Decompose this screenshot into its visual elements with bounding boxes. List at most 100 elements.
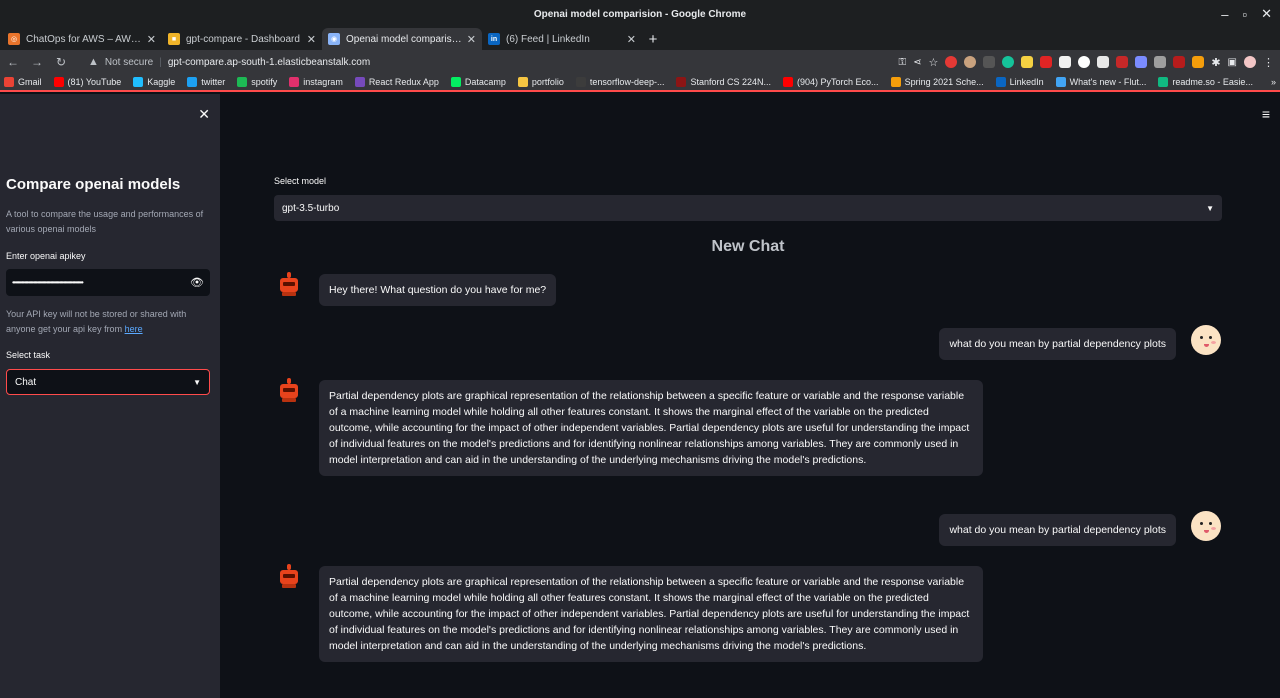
bookmark-icon — [517, 77, 528, 87]
extension-icon[interactable] — [1002, 56, 1015, 68]
user-avatar — [1191, 511, 1221, 541]
bookmark-item[interactable]: spotify — [237, 77, 277, 87]
extension-icon[interactable] — [1135, 56, 1148, 68]
close-window-icon[interactable]: ✕ — [1261, 6, 1272, 22]
bookmark-item[interactable]: (904) PyTorch Eco... — [783, 77, 879, 87]
extension-icon[interactable] — [1192, 56, 1205, 68]
user-message-bubble: what do you mean by partial dependency p… — [939, 514, 1176, 546]
reload-icon[interactable]: ↻ — [54, 55, 68, 69]
url-text: gpt-compare.ap-south-1.elasticbeanstalk.… — [167, 56, 371, 68]
browser-tab-0[interactable]: ◎ ChatOps for AWS – AWS Chatb ✕ — [2, 28, 162, 50]
hamburger-menu-icon[interactable]: ≡ — [1262, 106, 1270, 122]
bookmark-item[interactable]: readme.so - Easie... — [1158, 77, 1253, 87]
bookmark-item[interactable]: Gmail — [4, 77, 42, 87]
address-bar[interactable]: ▲ Not secure | gpt-compare.ap-south-1.el… — [88, 56, 370, 68]
extension-icon[interactable] — [1154, 56, 1167, 68]
linkedin-icon: in — [488, 33, 500, 45]
bookmark-item[interactable]: Kaggle — [133, 77, 175, 87]
bookmark-icon — [676, 77, 687, 87]
browser-tab-2[interactable]: ◉ Openai model comparision ✕ — [322, 28, 482, 50]
bookmark-icon — [354, 77, 365, 87]
extension-icon[interactable] — [964, 56, 977, 68]
bookmark-item[interactable]: twitter — [187, 77, 225, 87]
tab-close-icon[interactable]: ✕ — [307, 33, 316, 46]
caret-down-icon: ▼ — [1206, 203, 1214, 213]
bookmarks-overflow-icon[interactable]: » — [1271, 77, 1276, 87]
tab-close-icon[interactable]: ✕ — [627, 33, 636, 46]
task-select-value: Chat — [15, 376, 37, 388]
bookmark-item[interactable]: What's new - Flut... — [1055, 77, 1146, 87]
bookmark-label: instagram — [303, 77, 343, 87]
aws-icon: ◎ — [8, 33, 20, 45]
bookmark-icon — [1055, 77, 1066, 87]
task-select[interactable]: Chat ▼ — [6, 369, 210, 395]
model-label: Select model — [274, 176, 327, 186]
extension-icon[interactable] — [983, 56, 996, 68]
profile-avatar[interactable] — [1244, 56, 1256, 68]
model-select[interactable]: gpt-3.5-turbo ▼ — [274, 195, 1222, 221]
sidebar-title: Compare openai models — [6, 176, 181, 193]
tab-close-icon[interactable]: ✕ — [467, 33, 476, 46]
back-icon[interactable]: ← — [6, 55, 20, 69]
extension-icon[interactable] — [1116, 56, 1129, 68]
bot-message-bubble: Partial dependency plots are graphical r… — [319, 380, 983, 476]
apikey-link[interactable]: here — [125, 324, 143, 334]
window-titlebar: Openai model comparision - Google Chrome… — [0, 0, 1280, 28]
bookmark-item[interactable]: Stanford CS 224N... — [676, 77, 771, 87]
apikey-input[interactable]: ••••••••••••••••••••••••••••••••••••••••… — [6, 269, 210, 296]
close-sidebar-icon[interactable]: ✕ — [198, 106, 210, 123]
extension-icon[interactable] — [1173, 56, 1186, 68]
streamlit-app: ✕ Compare openai models A tool to compar… — [0, 94, 1280, 698]
bookmark-icon — [783, 77, 794, 87]
tab-strip: ◎ ChatOps for AWS – AWS Chatb ✕ ■ gpt-co… — [0, 28, 1280, 50]
menu-kebab-icon[interactable]: ⋮ — [1263, 56, 1274, 69]
tab-label: Openai model comparision — [346, 33, 463, 45]
bookmark-icon — [53, 77, 64, 87]
browser-tab-3[interactable]: in (6) Feed | LinkedIn ✕ — [482, 28, 642, 50]
extension-icon[interactable] — [1040, 56, 1053, 68]
model-select-value: gpt-3.5-turbo — [282, 202, 340, 214]
key-icon[interactable]: ⚿ — [898, 57, 906, 68]
eye-icon[interactable]: 👁 — [190, 276, 204, 289]
puzzle-icon[interactable]: ✱ — [1211, 56, 1220, 69]
bookmark-icon — [1158, 77, 1169, 87]
tab-close-icon[interactable]: ✕ — [147, 33, 156, 46]
extension-icon[interactable] — [945, 56, 958, 68]
new-tab-button[interactable]: + — [642, 28, 664, 50]
bookmark-icon — [187, 77, 198, 87]
bookmark-item[interactable]: LinkedIn — [995, 77, 1044, 87]
star-icon[interactable]: ☆ — [928, 56, 938, 69]
extension-icon[interactable] — [1059, 56, 1072, 68]
bookmark-item[interactable]: portfolio — [517, 77, 564, 87]
bot-message-bubble: Hey there! What question do you have for… — [319, 274, 557, 306]
bookmark-item[interactable]: React Redux App — [354, 77, 439, 87]
bookmark-icon — [4, 77, 14, 87]
task-label: Select task — [6, 350, 51, 360]
share-icon[interactable]: ⋖ — [913, 57, 921, 68]
tab-label: ChatOps for AWS – AWS Chatb — [26, 33, 143, 45]
apikey-note-text: Your API key will not be stored or share… — [6, 309, 187, 334]
extensions-area: ⚿ ⋖ ☆ ✱ ▣ ⋮ — [898, 56, 1274, 69]
address-divider: | — [159, 56, 162, 68]
bookmark-item[interactable]: (81) YouTube — [53, 77, 121, 87]
bookmark-label: tensorflow-deep-... — [589, 77, 665, 87]
extension-icon[interactable] — [1078, 56, 1091, 68]
bookmark-item[interactable]: tensorflow-deep-... — [575, 77, 665, 87]
forward-icon[interactable]: → — [30, 55, 44, 69]
extension-icon[interactable] — [1097, 56, 1110, 68]
apikey-note: Your API key will not be stored or share… — [6, 307, 206, 337]
bookmark-label: twitter — [201, 77, 226, 87]
sidebar-description: A tool to compare the usage and performa… — [6, 209, 204, 234]
bookmark-item[interactable]: instagram — [289, 77, 343, 87]
tab-label: gpt-compare - Dashboard — [186, 33, 300, 45]
user-message-bubble: what do you mean by partial dependency p… — [939, 328, 1176, 360]
extension-icon[interactable] — [1021, 56, 1034, 68]
minimize-icon[interactable]: – — [1221, 7, 1228, 22]
maximize-icon[interactable]: ▫ — [1242, 7, 1247, 22]
bookmark-label: readme.so - Easie... — [1172, 77, 1253, 87]
bookmark-item[interactable]: Spring 2021 Sche... — [890, 77, 984, 87]
bookmark-label: Kaggle — [147, 77, 176, 87]
sidepanel-icon[interactable]: ▣ — [1228, 57, 1237, 68]
browser-tab-1[interactable]: ■ gpt-compare - Dashboard ✕ — [162, 28, 322, 50]
bookmark-item[interactable]: Datacamp — [450, 77, 506, 87]
